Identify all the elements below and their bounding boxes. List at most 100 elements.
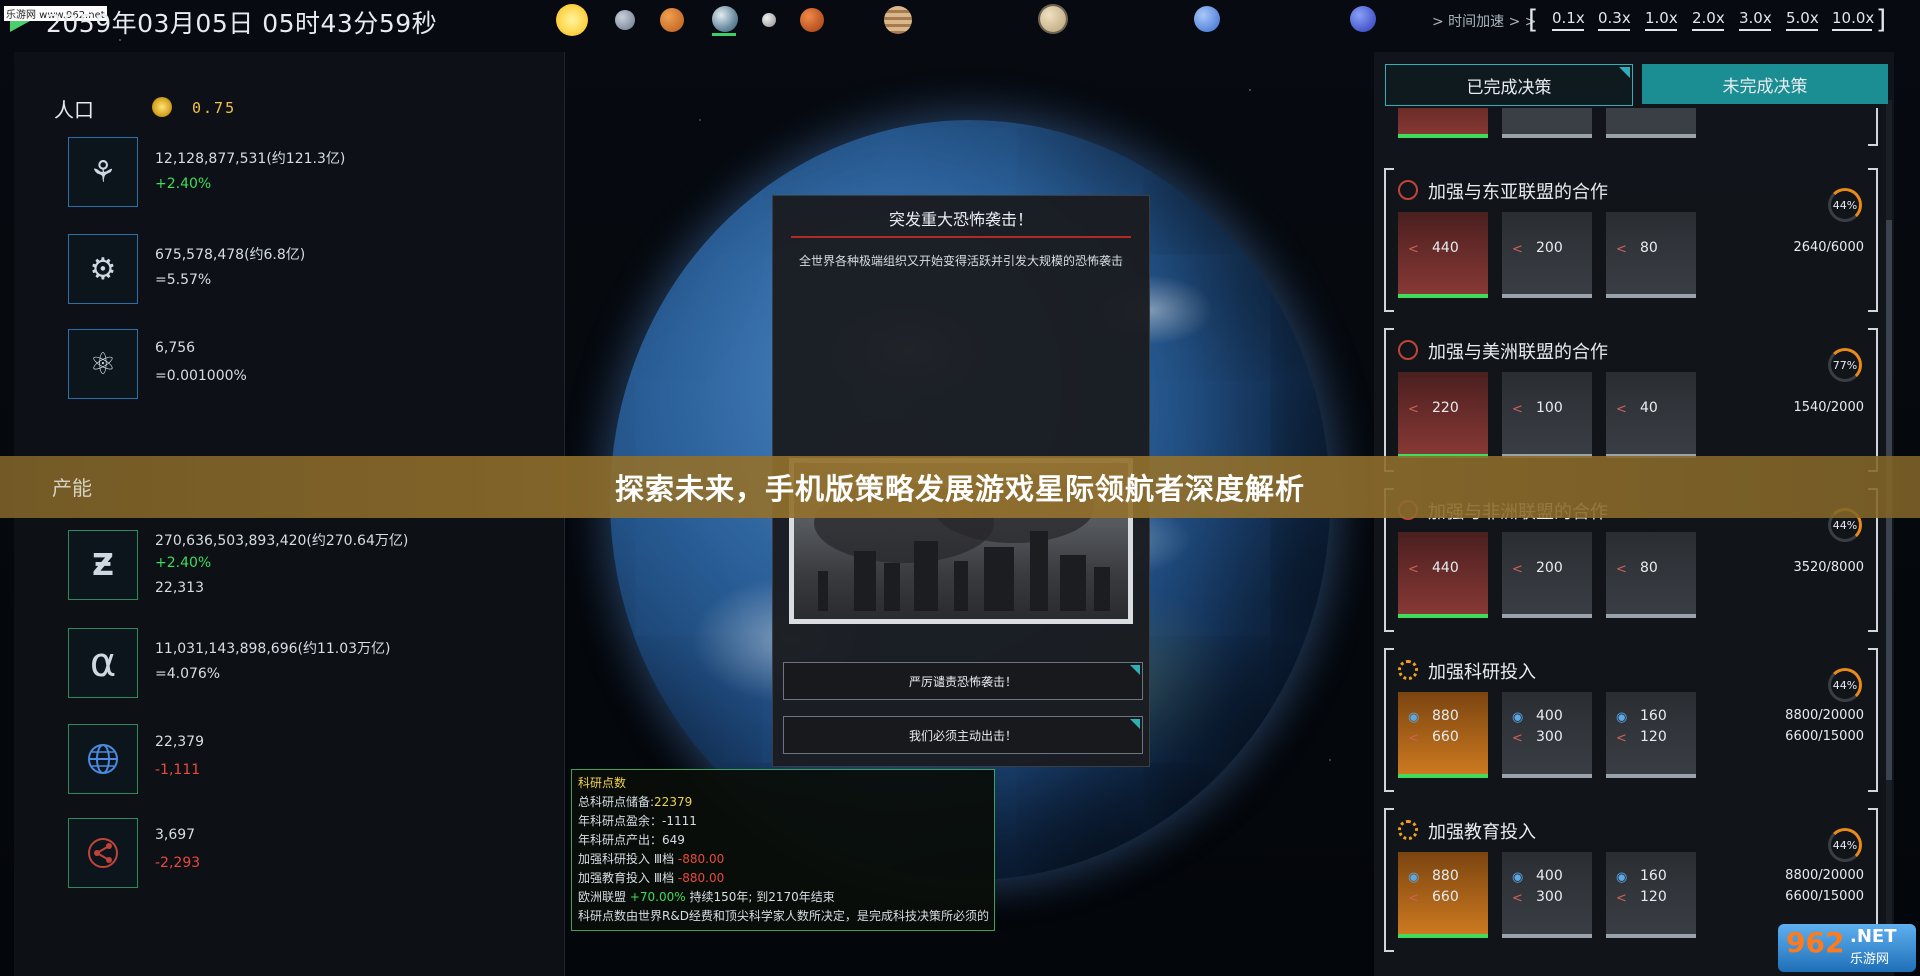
uranus-icon[interactable]	[1194, 6, 1220, 32]
level-cost: 40	[1640, 400, 1658, 416]
level-cost: 200	[1536, 560, 1563, 576]
moon-icon[interactable]	[762, 13, 776, 27]
globe-icon: ◉	[1512, 710, 1524, 725]
level-progress-bar	[1502, 294, 1592, 298]
progress-ring: 44%	[1828, 188, 1862, 222]
level-progress-bar	[1606, 294, 1696, 298]
jupiter-icon[interactable]	[884, 6, 912, 34]
share-icon: <	[1512, 242, 1523, 257]
event-choice-strike[interactable]: 我们必须主动出击！	[783, 716, 1143, 754]
sun-icon[interactable]	[556, 4, 588, 36]
level-cost: 80	[1640, 560, 1658, 576]
venus-icon[interactable]	[660, 8, 684, 32]
speed-2.0x[interactable]: 2.0x	[1692, 9, 1725, 31]
tooltip-reserve: 总科研点储备:22379	[578, 795, 693, 809]
level-influence-cost: 300	[1536, 729, 1563, 745]
scientist-icon[interactable]: ⚛	[68, 329, 138, 399]
policy-level-2[interactable]: <200	[1502, 532, 1592, 618]
tab-pending-decisions[interactable]: 未完成决策	[1642, 64, 1888, 104]
partial-policy	[1384, 108, 1878, 148]
policy-bracket-left	[1384, 648, 1394, 792]
alpha-total: 11,031,143,898,696(约11.03万亿)	[155, 641, 391, 657]
policy-level-2[interactable]: <100	[1502, 372, 1592, 458]
city-building	[1094, 567, 1110, 611]
tooltip-output: 年科研点产出：649	[578, 833, 685, 847]
share-icon: <	[1512, 731, 1523, 746]
progress-ring: 44%	[1828, 828, 1862, 862]
share-icon: <	[1616, 242, 1627, 257]
policy-card[interactable]: 加强与东亚联盟的合作 <440 <200 <80 44% 2640/6000	[1384, 168, 1878, 312]
globe-icon[interactable]	[68, 724, 138, 794]
policy-level-2[interactable]: <200	[1502, 212, 1592, 298]
policy-level-3[interactable]: <80	[1606, 532, 1696, 618]
population-icon[interactable]: ⚘	[68, 137, 138, 207]
influence-total: 3,697	[155, 827, 196, 843]
globe-icon: ◉	[1512, 870, 1524, 885]
z-icon[interactable]: Ƶ	[68, 530, 138, 600]
earth-icon[interactable]	[712, 6, 738, 32]
policy-card[interactable]: 加强与美洲联盟的合作 <220 <100 <40 77% 1540/2000	[1384, 328, 1878, 472]
share-icon: <	[1408, 891, 1419, 906]
speed-3.0x[interactable]: 3.0x	[1739, 9, 1772, 31]
policy-title: 加强教育投入	[1428, 822, 1536, 843]
policy-level-3[interactable]: <40	[1606, 372, 1696, 458]
level-progress-bar	[1606, 934, 1696, 938]
selected-planet-indicator	[712, 33, 736, 36]
policy-level-2[interactable]: ◉ 400 <300	[1502, 692, 1592, 778]
share-icon: <	[1408, 242, 1419, 257]
alpha-icon[interactable]: α	[68, 628, 138, 698]
share-icon[interactable]	[68, 818, 138, 888]
share-icon: <	[1512, 562, 1523, 577]
workforce-icon[interactable]: ⚙	[68, 234, 138, 304]
level-research-cost: 400	[1536, 868, 1563, 884]
share-icon: <	[1408, 402, 1419, 417]
level-influence-cost: 300	[1536, 889, 1563, 905]
policy-card[interactable]: 加强科研投入 ◉ 880 <660 ◉ 400 <300 ◉ 160 <120 44% 8800/20…	[1384, 648, 1878, 792]
level-research-cost: 880	[1432, 868, 1459, 884]
cooperation-icon	[1398, 340, 1418, 360]
coin-icon	[152, 97, 172, 117]
mars-icon[interactable]	[800, 8, 824, 32]
policy-level-1[interactable]: <220	[1398, 372, 1488, 458]
article-banner: 产能 探索未来，手机版策略发展游戏星际领航者深度解析	[0, 456, 1920, 518]
level-research-cost: 880	[1432, 708, 1459, 724]
level-card	[1502, 108, 1592, 138]
saturn-icon[interactable]	[1040, 6, 1066, 32]
policy-level-1[interactable]: ◉ 880 <660	[1398, 692, 1488, 778]
mercury-icon[interactable]	[615, 10, 635, 30]
policy-level-3[interactable]: <80	[1606, 212, 1696, 298]
level-influence-cost: 660	[1432, 889, 1459, 905]
policy-level-3[interactable]: ◉ 160 <120	[1606, 692, 1696, 778]
neptune-icon[interactable]	[1350, 6, 1376, 32]
speed-1.0x[interactable]: 1.0x	[1645, 9, 1678, 31]
city-building	[884, 563, 900, 611]
level-card	[1398, 108, 1488, 138]
policy-level-2[interactable]: ◉ 400 <300	[1502, 852, 1592, 938]
policy-bracket-left	[1384, 328, 1394, 472]
policy-level-1[interactable]: ◉ 880 <660	[1398, 852, 1488, 938]
time-speed-label: > 时间加速 > >	[1432, 14, 1537, 30]
policy-title: 加强与美洲联盟的合作	[1428, 342, 1608, 363]
policy-level-1[interactable]: <440	[1398, 532, 1488, 618]
tab-completed-decisions[interactable]: 已完成决策	[1385, 64, 1633, 106]
city-building	[984, 547, 1014, 611]
policy-title: 加强与东亚联盟的合作	[1428, 182, 1608, 203]
city-building	[1030, 531, 1048, 611]
speed-0.1x[interactable]: 0.1x	[1552, 9, 1585, 31]
city-building	[914, 541, 938, 611]
policy-level-1[interactable]: <440	[1398, 212, 1488, 298]
policy-progress: 1540/2000	[1793, 400, 1864, 415]
event-choice-condemn[interactable]: 严厉谴责恐怖袭击！	[783, 662, 1143, 700]
decision-scrollbar[interactable]	[1886, 100, 1892, 960]
speed-10.0x[interactable]: 10.0x	[1832, 9, 1874, 31]
banner-headline: 探索未来，手机版策略发展游戏星际领航者深度解析	[614, 472, 1305, 506]
gdp-total: 270,636,503,893,420(约270.64万亿)	[155, 533, 409, 549]
policy-level-3[interactable]: ◉ 160 <120	[1606, 852, 1696, 938]
city-building	[854, 551, 876, 611]
level-progress-bar	[1606, 614, 1696, 618]
speed-5.0x[interactable]: 5.0x	[1786, 9, 1819, 31]
speed-0.3x[interactable]: 0.3x	[1598, 9, 1631, 31]
progress-ring: 77%	[1828, 348, 1862, 382]
policy-progress: 6600/15000	[1785, 729, 1864, 744]
population-title: 人口	[54, 98, 94, 122]
